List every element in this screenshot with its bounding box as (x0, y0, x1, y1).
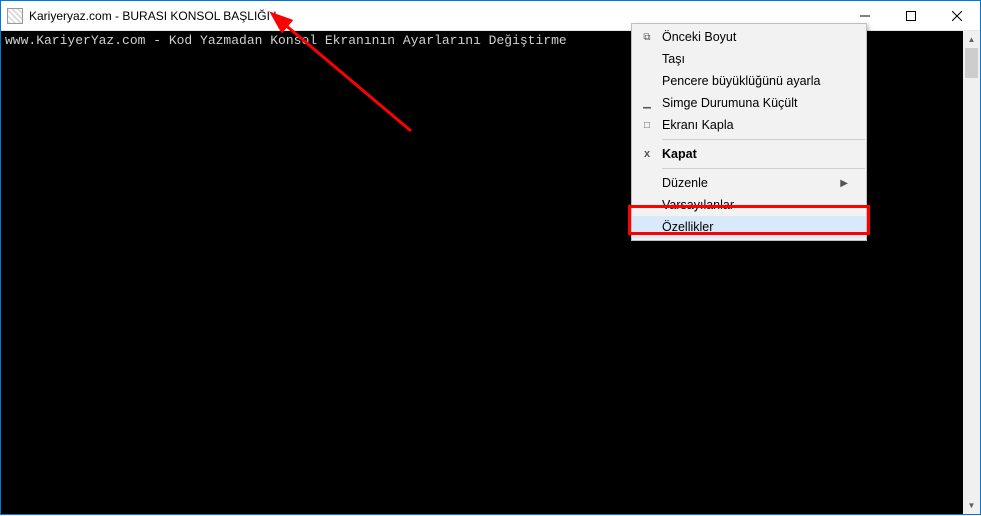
console-line: www.KariyerYaz.com - Kod Yazmadan Konsol… (5, 33, 567, 48)
menu-minimize[interactable]: ▁ Simge Durumuna Küçült (632, 92, 866, 114)
menu-restore[interactable]: ⧉ Önceki Boyut (632, 26, 866, 48)
restore-icon: ⧉ (632, 32, 662, 43)
menu-separator (662, 139, 865, 140)
scroll-up-button[interactable]: ▲ (963, 31, 980, 48)
maximize-icon: □ (632, 120, 662, 131)
menu-close[interactable]: x Kapat (632, 143, 866, 165)
menu-move[interactable]: Taşı (632, 48, 866, 70)
window-title: Kariyeryaz.com - BURASI KONSOL BAŞLIĞI ! (29, 9, 277, 23)
submenu-arrow-icon: ▶ (834, 178, 848, 189)
menu-maximize[interactable]: □ Ekranı Kapla (632, 114, 866, 136)
close-button[interactable] (934, 1, 980, 30)
menu-edit[interactable]: Düzenle ▶ (632, 172, 866, 194)
close-icon: x (632, 148, 662, 160)
menu-defaults[interactable]: Varsayılanlar (632, 194, 866, 216)
scroll-thumb[interactable] (965, 48, 978, 78)
minimize-icon: ▁ (632, 98, 662, 109)
system-context-menu: ⧉ Önceki Boyut Taşı Pencere büyüklüğünü … (631, 23, 867, 241)
app-icon[interactable] (7, 8, 23, 24)
scroll-down-button[interactable]: ▼ (963, 497, 980, 514)
scroll-track[interactable] (963, 48, 980, 497)
menu-size[interactable]: Pencere büyüklüğünü ayarla (632, 70, 866, 92)
menu-properties[interactable]: Özellikler (632, 216, 866, 238)
maximize-button[interactable] (888, 1, 934, 30)
vertical-scrollbar[interactable]: ▲ ▼ (963, 31, 980, 514)
menu-separator (662, 168, 865, 169)
